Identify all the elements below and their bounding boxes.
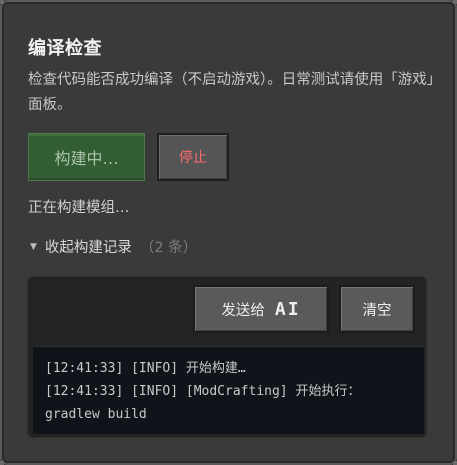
log-line: [12:41:33] [INFO] 开始构建… bbox=[45, 361, 246, 376]
toggle-label: 收起构建记录 bbox=[44, 240, 132, 256]
log-line: [12:41:33] [INFO] [ModCrafting] 开始执行： bbox=[45, 384, 361, 399]
log-line: gradlew build bbox=[45, 407, 147, 422]
send-to-ai-button[interactable]: 发送给 AI bbox=[193, 285, 329, 333]
clear-log-button[interactable]: 清空 bbox=[339, 285, 415, 333]
stop-button[interactable]: 停止 bbox=[157, 133, 229, 181]
ai-label: AI bbox=[274, 298, 301, 320]
panel-corner-top-right bbox=[453, 0, 457, 4]
triangle-down-icon: ▼ bbox=[30, 241, 37, 252]
panel-title: 编译检查 bbox=[28, 38, 102, 59]
log-count: （2 条） bbox=[139, 240, 198, 256]
send-label: 发送给 bbox=[221, 302, 265, 319]
collapse-build-log-toggle[interactable]: ▼ 收起构建记录 （2 条） bbox=[30, 236, 197, 257]
panel-description: 检查代码能否成功编译（不启动游戏）。日常测试请使用「游戏」面板。 bbox=[28, 72, 434, 113]
panel-corner-bottom-right bbox=[453, 461, 457, 465]
build-status-text: 正在构建模组… bbox=[28, 200, 130, 216]
log-output: [12:41:33] [INFO] 开始构建… [12:41:33] [INFO… bbox=[33, 346, 424, 434]
panel-corner-bottom-left bbox=[0, 461, 4, 465]
panel-corner-top-left bbox=[0, 0, 4, 4]
building-button[interactable]: 构建中… bbox=[28, 133, 145, 181]
